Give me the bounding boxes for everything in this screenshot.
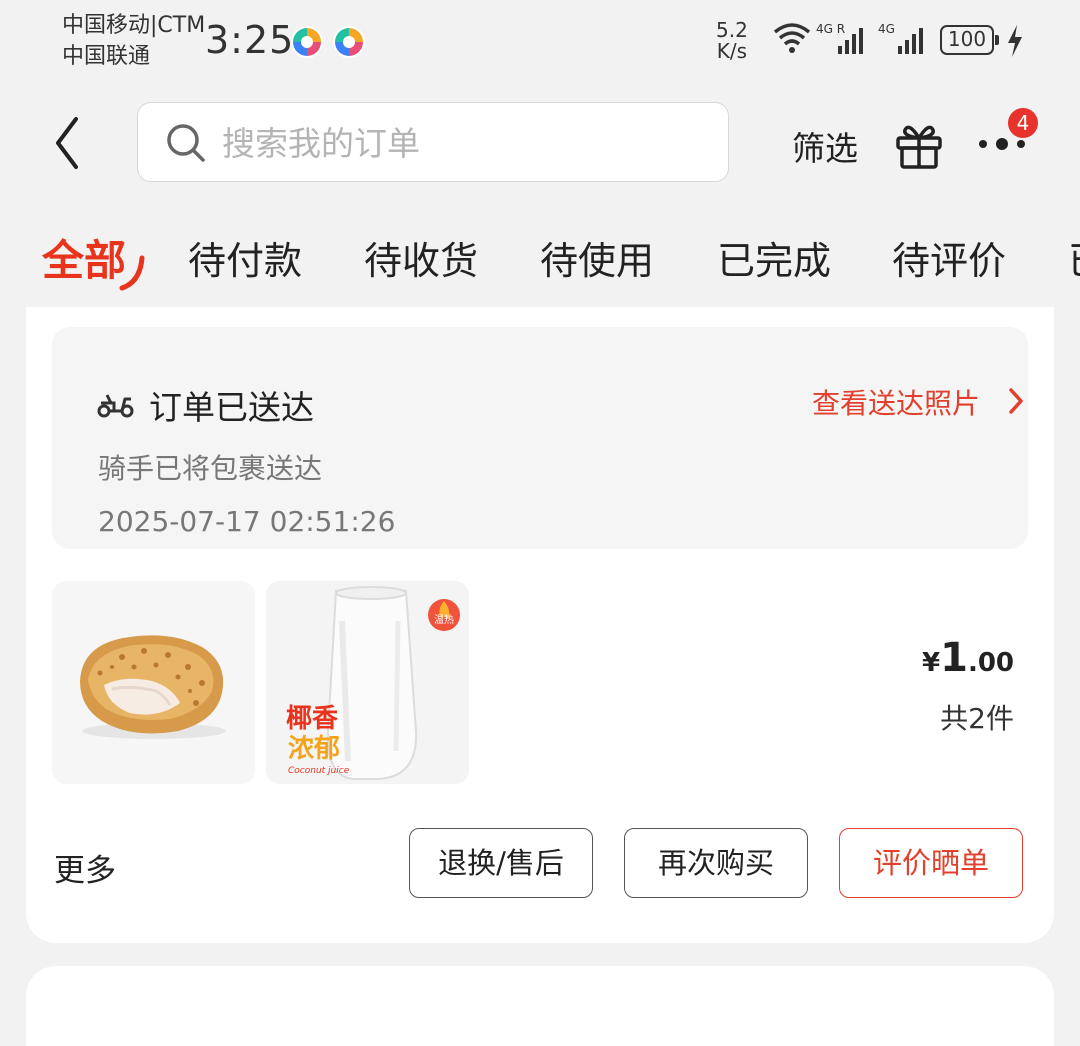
status-bar: 中国移动|CTM 中国联通 3:25 5.2 K/s 4G R 4G 100 [0, 0, 1080, 88]
filter-button[interactable]: 筛选 [792, 122, 858, 170]
chevron-right-icon[interactable] [1007, 387, 1025, 415]
carrier-info: 中国移动|CTM 中国联通 [62, 10, 205, 72]
order-status-time: 2025-07-17 02:51:26 [98, 505, 396, 538]
app-notification-icon [291, 26, 323, 58]
svg-text:温热: 温热 [434, 613, 454, 626]
order-card[interactable]: 订单已送达 查看送达照片 骑手已将包裹送达 2025-07-17 02:51:2… [26, 307, 1054, 943]
coconut-juice-image: 温热 椰香 浓郁 Coconut juice [266, 581, 469, 784]
order-status-description: 骑手已将包裹送达 [98, 452, 323, 485]
tab-pending-review[interactable]: 待评价 [892, 230, 1006, 285]
order-status-title: 订单已送达 [149, 388, 314, 427]
notification-badge: 4 [1008, 108, 1038, 138]
tab-pending-receipt[interactable]: 待收货 [364, 230, 478, 285]
svg-text:4G: 4G [878, 22, 895, 36]
battery-icon: 100 [940, 25, 999, 55]
scooter-icon [97, 394, 134, 418]
search-icon [167, 124, 205, 162]
fried-chicken-image [80, 635, 226, 739]
view-delivery-photo-link[interactable]: 查看送达照片 [812, 382, 980, 422]
more-actions-link[interactable]: 更多 [54, 845, 116, 890]
delivery-status-panel[interactable]: 订单已送达 查看送达照片 骑手已将包裹送达 2025-07-17 02:51:2… [52, 327, 1028, 549]
app-notification-icon [333, 26, 365, 58]
search-input[interactable] [220, 117, 704, 169]
gift-icon[interactable] [893, 118, 945, 170]
svg-text:浓郁: 浓郁 [288, 734, 340, 764]
signal-sim1-icon: 4G R [816, 22, 863, 54]
svg-text:Coconut juice: Coconut juice [288, 766, 350, 776]
charging-icon [1008, 25, 1022, 57]
buy-again-button[interactable]: 再次购买 [624, 828, 808, 898]
carrier-1: 中国移动|CTM [62, 13, 206, 38]
product-thumbnail-coconut-juice[interactable]: 温热 椰香 浓郁 Coconut juice [266, 581, 469, 784]
product-thumbnail-chicken[interactable] [52, 581, 255, 784]
item-count: 共2件 [940, 702, 1014, 735]
return-after-sales-button[interactable]: 退换/售后 [409, 828, 593, 898]
tab-pending-payment[interactable]: 待付款 [188, 230, 302, 285]
svg-text:4G R: 4G R [816, 22, 845, 36]
signal-sim2-icon: 4G [878, 22, 923, 54]
clock: 3:25 [205, 18, 295, 62]
active-tab-indicator [119, 255, 145, 291]
network-speed: 5.2 K/s [716, 18, 748, 63]
back-icon[interactable] [48, 115, 88, 171]
next-order-card[interactable] [26, 966, 1054, 1046]
order-price: ¥1.00 [922, 635, 1014, 681]
tab-all[interactable]: 全部 [42, 227, 126, 288]
tab-overflow[interactable]: 已 [1068, 230, 1080, 285]
wifi-icon [773, 23, 811, 53]
carrier-2: 中国联通 [62, 44, 151, 69]
order-tabs: 全部 待付款 待收货 待使用 已完成 待评价 已 [0, 212, 1080, 307]
search-bar[interactable] [137, 102, 729, 182]
review-order-button[interactable]: 评价晒单 [839, 828, 1023, 898]
tab-pending-use[interactable]: 待使用 [540, 230, 654, 285]
svg-text:椰香: 椰香 [286, 704, 338, 734]
tab-completed[interactable]: 已完成 [717, 230, 831, 285]
